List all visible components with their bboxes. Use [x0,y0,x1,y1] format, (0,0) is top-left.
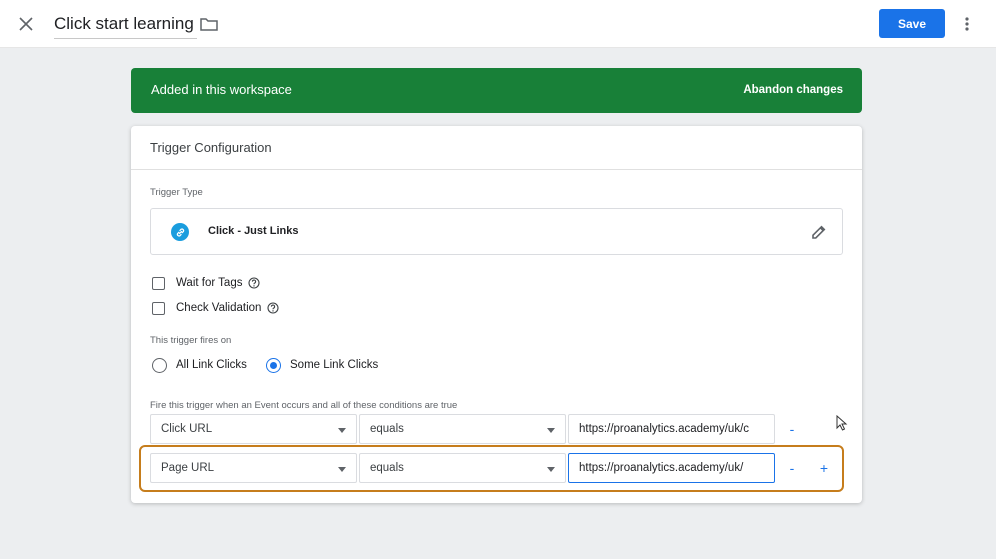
remove-condition-button[interactable]: - [782,458,802,478]
condition-operator-select[interactable]: equals [359,453,566,483]
workspace-banner: Added in this workspace Abandon changes [131,68,862,113]
condition-value-input[interactable] [568,453,775,483]
add-condition-button[interactable]: + [814,458,834,478]
wait-for-tags-option[interactable]: Wait for Tags [152,275,261,291]
link-icon [171,223,189,241]
banner-text: Added in this workspace [151,82,292,97]
radio-button[interactable] [152,357,167,373]
radio-some-link-clicks[interactable]: Some Link Clicks [266,357,378,373]
wait-for-tags-checkbox[interactable] [152,276,165,290]
check-validation-label: Check Validation [176,302,262,314]
dropdown-arrow-icon [338,467,346,472]
radio-some-label: Some Link Clicks [290,359,379,371]
dropdown-arrow-icon [547,467,555,472]
card-header: Trigger Configuration [131,126,862,170]
trigger-configuration-card: Trigger Configuration Trigger Type Click… [131,126,862,503]
condition-variable-value: Page URL [161,462,215,474]
condition-operator-value: equals [370,462,404,474]
condition-variable-select[interactable]: Page URL [150,453,357,483]
page-title[interactable]: Click start learning [54,14,194,33]
fires-on-label: This trigger fires on [150,335,232,346]
condition-value-input[interactable] [568,414,775,444]
mouse-cursor-icon [836,415,848,431]
wait-for-tags-label: Wait for Tags [176,277,243,289]
more-vert-icon[interactable] [956,13,978,35]
check-validation-checkbox[interactable] [152,301,165,315]
condition-variable-select[interactable]: Click URL [150,414,357,444]
radio-dot [270,361,277,369]
trigger-type-value: Click - Just Links [208,225,299,237]
check-validation-option[interactable]: Check Validation [152,300,280,316]
remove-condition-button[interactable]: - [782,419,802,439]
title-field[interactable]: Click start learning [54,11,197,39]
radio-all-label: All Link Clicks [176,359,247,371]
dropdown-arrow-icon [338,428,346,433]
save-button[interactable]: Save [879,9,945,38]
condition-operator-select[interactable]: equals [359,414,566,444]
top-bar: Click start learning Save [0,0,996,48]
help-circle-icon[interactable] [248,277,261,289]
dropdown-arrow-icon [547,428,555,433]
condition-operator-value: equals [370,423,404,435]
trigger-type-selector[interactable]: Click - Just Links [150,208,843,255]
radio-button-selected[interactable] [266,357,281,373]
conditions-label: Fire this trigger when an Event occurs a… [150,400,458,411]
radio-all-link-clicks[interactable]: All Link Clicks [152,357,247,373]
card-title: Trigger Configuration [150,140,272,155]
condition-variable-value: Click URL [161,423,213,435]
folder-icon[interactable] [198,13,220,35]
pencil-icon[interactable] [810,223,828,241]
trigger-type-label: Trigger Type [150,187,203,198]
abandon-changes-link[interactable]: Abandon changes [743,84,843,96]
close-icon[interactable] [14,12,38,36]
help-circle-icon[interactable] [267,302,280,314]
